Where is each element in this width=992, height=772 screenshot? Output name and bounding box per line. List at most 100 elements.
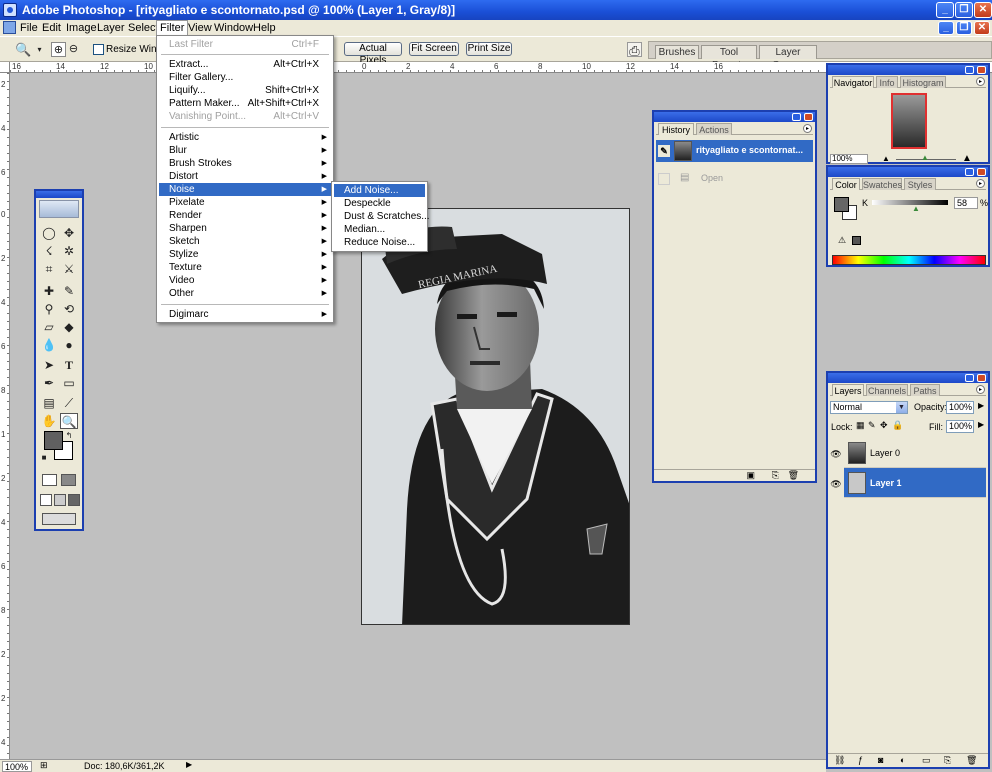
- menu-item-reduce-noise[interactable]: Reduce Noise...: [334, 236, 425, 249]
- minimize-button[interactable]: _: [936, 2, 954, 18]
- chevron-down-icon[interactable]: ▼: [896, 402, 907, 413]
- zoom-in-mountain-icon[interactable]: ▲: [962, 153, 972, 164]
- lock-pixels-icon[interactable]: ✎: [868, 420, 876, 431]
- menu-window[interactable]: Window: [214, 22, 253, 34]
- zoom-tool-icon[interactable]: 🔍: [60, 413, 78, 429]
- menu-layer[interactable]: Layer: [97, 22, 125, 34]
- tab-styles[interactable]: Styles: [904, 178, 936, 190]
- path-selection-icon[interactable]: ➤: [40, 357, 58, 373]
- lasso-tool-icon[interactable]: ☇: [40, 243, 58, 259]
- chevron-down-icon[interactable]: ▾: [32, 42, 47, 57]
- menu-item-filter-gallery[interactable]: Filter Gallery...: [159, 71, 331, 84]
- layer-row-layer-0[interactable]: Layer 0: [844, 438, 986, 468]
- adjustment-layer-icon[interactable]: ◐: [900, 755, 905, 765]
- lock-transparency-icon[interactable]: ▦: [856, 420, 865, 431]
- status-info-icon[interactable]: ⊞: [40, 760, 48, 771]
- panel-menu-icon[interactable]: ▸: [803, 124, 812, 133]
- menu-view[interactable]: View: [188, 22, 212, 34]
- trash-icon[interactable]: 🗑: [966, 755, 977, 766]
- panel-close-button[interactable]: [977, 168, 986, 176]
- notes-tool-icon[interactable]: ▤: [40, 395, 58, 411]
- swap-colors-icon[interactable]: ↰: [64, 431, 74, 441]
- tab-paths[interactable]: Paths: [910, 384, 940, 396]
- eye-icon[interactable]: 👁: [830, 448, 842, 460]
- file-browser-icon[interactable]: ⎙: [627, 42, 642, 58]
- marquee-tool-icon[interactable]: ◯: [40, 225, 58, 241]
- document-icon[interactable]: [3, 21, 16, 34]
- panel-title-bar[interactable]: [654, 112, 815, 122]
- color-ramp[interactable]: [832, 255, 986, 265]
- k-value-input[interactable]: 58: [954, 197, 978, 209]
- menu-file[interactable]: File: [20, 22, 38, 34]
- zoom-in-icon[interactable]: ⊕: [51, 42, 66, 57]
- standard-mode-icon[interactable]: [42, 474, 57, 486]
- new-layer-icon[interactable]: ⎘: [944, 755, 951, 766]
- tab-channels[interactable]: Channels: [866, 384, 908, 396]
- jump-to-imageready-icon[interactable]: [42, 513, 76, 525]
- new-snapshot-icon[interactable]: ⎘: [772, 470, 779, 481]
- photoshop-app-icon[interactable]: [3, 3, 17, 17]
- new-document-icon[interactable]: ▣: [746, 470, 755, 481]
- blend-mode-select[interactable]: Normal ▼: [830, 401, 908, 414]
- menu-item-pattern-maker[interactable]: Pattern Maker... Alt+Shift+Ctrl+X: [159, 97, 331, 110]
- tab-history[interactable]: History: [658, 123, 694, 135]
- history-brush-source-icon[interactable]: ✎: [658, 145, 670, 157]
- menu-item-distort[interactable]: Distort ▶: [159, 170, 331, 183]
- rectangle-tool-icon[interactable]: ▭: [60, 375, 78, 391]
- menu-image[interactable]: Image: [66, 22, 97, 34]
- paint-bucket-icon[interactable]: ◆: [60, 319, 78, 335]
- tab-swatches[interactable]: Swatches: [862, 178, 902, 190]
- screen-mode-full-menu-icon[interactable]: [54, 494, 66, 506]
- screen-mode-full-icon[interactable]: [68, 494, 80, 506]
- menu-item-last-filter[interactable]: Last Filter Ctrl+F: [159, 38, 331, 51]
- menu-item-sketch[interactable]: Sketch ▶: [159, 235, 331, 248]
- healing-brush-icon[interactable]: ✚: [40, 283, 58, 299]
- quick-mask-icon[interactable]: [61, 474, 76, 486]
- panel-minimize-button[interactable]: [792, 113, 801, 121]
- slice-tool-icon[interactable]: ⚔: [60, 261, 78, 277]
- well-tab-tool-presets[interactable]: Tool Presets: [701, 45, 757, 71]
- history-brush-icon[interactable]: ⟲: [60, 301, 78, 317]
- fill-slider-icon[interactable]: ▶: [978, 420, 984, 429]
- document-canvas[interactable]: REGIA MARINA: [361, 208, 630, 625]
- menu-item-texture[interactable]: Texture ▶: [159, 261, 331, 274]
- menu-item-blur[interactable]: Blur ▶: [159, 144, 331, 157]
- history-step-brush-icon[interactable]: [658, 173, 670, 185]
- feather-icon[interactable]: [39, 200, 79, 218]
- doc-close-button[interactable]: ✕: [974, 21, 990, 35]
- well-tab-brushes[interactable]: Brushes: [655, 45, 699, 59]
- panel-title-bar[interactable]: [828, 167, 988, 177]
- panel-menu-icon[interactable]: ▸: [976, 179, 985, 188]
- pen-tool-icon[interactable]: ✒: [40, 375, 58, 391]
- print-size-button[interactable]: Print Size: [466, 42, 512, 56]
- clone-stamp-icon[interactable]: ⚲: [40, 301, 58, 317]
- trash-icon[interactable]: 🗑: [788, 470, 799, 481]
- menu-item-liquify[interactable]: Liquify... Shift+Ctrl+X: [159, 84, 331, 97]
- new-group-icon[interactable]: ▭: [922, 755, 931, 766]
- history-step[interactable]: ▤ Open: [656, 168, 813, 190]
- gamut-color-chip[interactable]: [852, 236, 861, 245]
- menu-select[interactable]: Select: [128, 22, 159, 34]
- panel-menu-icon[interactable]: ▸: [976, 77, 985, 86]
- crop-tool-icon[interactable]: ⌗: [40, 261, 58, 277]
- panel-close-button[interactable]: [977, 374, 986, 382]
- zoom-slider-handle[interactable]: ▲: [921, 153, 929, 162]
- tab-actions[interactable]: Actions: [696, 123, 732, 135]
- menu-item-vanishing-point[interactable]: Vanishing Point... Alt+Ctrl+V: [159, 110, 331, 123]
- foreground-color-swatch[interactable]: [44, 431, 63, 450]
- doc-restore-button[interactable]: ❐: [956, 21, 972, 35]
- panel-title-bar[interactable]: [828, 373, 988, 383]
- menu-item-add-noise[interactable]: Add Noise...: [334, 184, 425, 197]
- zoom-out-icon[interactable]: ⊖: [66, 42, 81, 57]
- tab-info[interactable]: Info: [876, 76, 898, 88]
- k-slider-handle[interactable]: ▲: [912, 204, 920, 213]
- move-tool-icon[interactable]: ✥: [60, 225, 78, 241]
- blur-tool-icon[interactable]: 💧: [40, 337, 58, 353]
- brush-tool-icon[interactable]: ✎: [60, 283, 78, 299]
- well-tab-layer-comps[interactable]: Layer Comps: [759, 45, 817, 71]
- status-menu-arrow-icon[interactable]: ▶: [186, 760, 192, 769]
- opacity-input[interactable]: 100%: [946, 401, 974, 414]
- menu-item-median[interactable]: Median...: [334, 223, 425, 236]
- doc-minimize-button[interactable]: _: [938, 21, 954, 35]
- menu-item-sharpen[interactable]: Sharpen ▶: [159, 222, 331, 235]
